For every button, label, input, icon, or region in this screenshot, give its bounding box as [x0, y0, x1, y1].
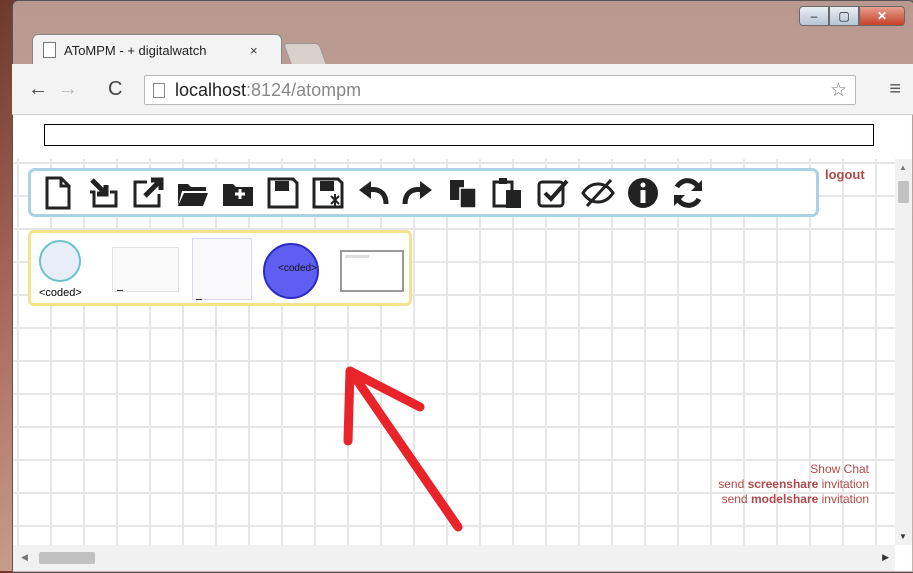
page-icon — [43, 42, 56, 58]
url-host: localhost — [175, 79, 247, 100]
paste-icon[interactable] — [489, 174, 527, 212]
new-folder-icon[interactable] — [219, 174, 257, 212]
validate-icon[interactable] — [534, 174, 572, 212]
window-controls: – ▢ ✕ — [799, 6, 905, 26]
back-icon[interactable]: ← — [28, 78, 48, 101]
address-bar[interactable]: localhost:8124/atompm ☆ — [144, 75, 856, 105]
modelshare-bold: modelshare — [750, 492, 819, 506]
redo-icon[interactable] — [399, 174, 437, 212]
forward-icon[interactable]: → — [58, 78, 78, 101]
page-icon — [153, 82, 165, 98]
browser-tab[interactable]: AToMPM - + digitalwatch × — [32, 34, 282, 65]
url-path: :8124/atompm — [246, 79, 362, 100]
menu-icon[interactable]: ≡ — [889, 78, 901, 101]
palette-square-label — [196, 299, 202, 300]
close-window-button[interactable]: ✕ — [859, 6, 905, 26]
palette-circle-item[interactable] — [39, 240, 81, 282]
palette-rect-item[interactable] — [112, 247, 179, 292]
maximize-button[interactable]: ▢ — [829, 6, 859, 26]
vertical-scrollbar[interactable]: ▲ ▼ — [895, 159, 912, 545]
copy-icon[interactable] — [444, 174, 482, 212]
horizontal-scroll-thumb[interactable] — [39, 552, 95, 564]
scroll-down-arrow[interactable]: ▼ — [899, 532, 907, 541]
bookmark-star-icon[interactable]: ☆ — [830, 79, 847, 102]
model-canvas[interactable]: logout <coded> <coded> Show Chat send sc… — [13, 159, 895, 545]
screenshare-post: invitation — [818, 477, 869, 491]
hide-icon[interactable] — [579, 174, 617, 212]
modelshare-post: invitation — [818, 492, 869, 506]
new-file-icon[interactable] — [39, 174, 77, 212]
palette-circle-label: <coded> — [39, 287, 82, 299]
tab-close-icon[interactable]: × — [250, 43, 258, 58]
browser-window: – ▢ ✕ AToMPM - + digitalwatch × ← → C lo… — [12, 0, 913, 573]
palette-window-item[interactable] — [340, 250, 404, 292]
import-icon[interactable] — [84, 174, 122, 212]
main-toolbar — [28, 168, 819, 217]
scroll-right-arrow[interactable]: ▶ — [882, 552, 889, 563]
open-folder-icon[interactable] — [174, 174, 212, 212]
show-chat-link[interactable]: Show Chat — [718, 462, 869, 477]
browser-toolbar: ← → C localhost:8124/atompm ☆ ≡ — [12, 64, 913, 115]
minimize-button[interactable]: – — [799, 6, 829, 26]
export-icon[interactable] — [129, 174, 167, 212]
screenshare-pre: send — [718, 477, 748, 491]
info-icon[interactable] — [624, 174, 662, 212]
vertical-scroll-thumb[interactable] — [898, 181, 909, 203]
palette-square-item[interactable] — [192, 238, 252, 300]
top-bar — [13, 115, 912, 160]
new-tab-button[interactable] — [282, 43, 328, 65]
page-viewport: logout <coded> <coded> Show Chat send sc… — [13, 115, 912, 571]
horizontal-scrollbar[interactable]: ◀ ▶ — [13, 545, 895, 571]
palette-rect-label — [117, 290, 123, 291]
shape-palette: <coded> <coded> — [28, 230, 412, 306]
save-icon[interactable] — [264, 174, 302, 212]
save-as-icon[interactable] — [309, 174, 347, 212]
reload-icon[interactable]: C — [108, 78, 122, 101]
red-arrow-annotation — [343, 366, 463, 532]
logout-link[interactable]: logout — [825, 167, 865, 182]
refresh-icon[interactable] — [669, 174, 707, 212]
palette-blue-circle-label: <coded> — [278, 263, 317, 274]
command-input[interactable] — [44, 124, 874, 146]
scroll-up-arrow[interactable]: ▲ — [899, 163, 907, 172]
screenshare-invite-link[interactable]: send screenshare invitation — [718, 477, 869, 492]
tab-title: AToMPM - + digitalwatch — [64, 42, 207, 58]
screenshare-bold: screenshare — [747, 477, 819, 491]
undo-icon[interactable] — [354, 174, 392, 212]
chat-links: Show Chat send screenshare invitation se… — [718, 462, 869, 507]
modelshare-pre: send — [721, 492, 751, 506]
scroll-left-arrow[interactable]: ◀ — [21, 552, 28, 563]
modelshare-invite-link[interactable]: send modelshare invitation — [718, 492, 869, 507]
